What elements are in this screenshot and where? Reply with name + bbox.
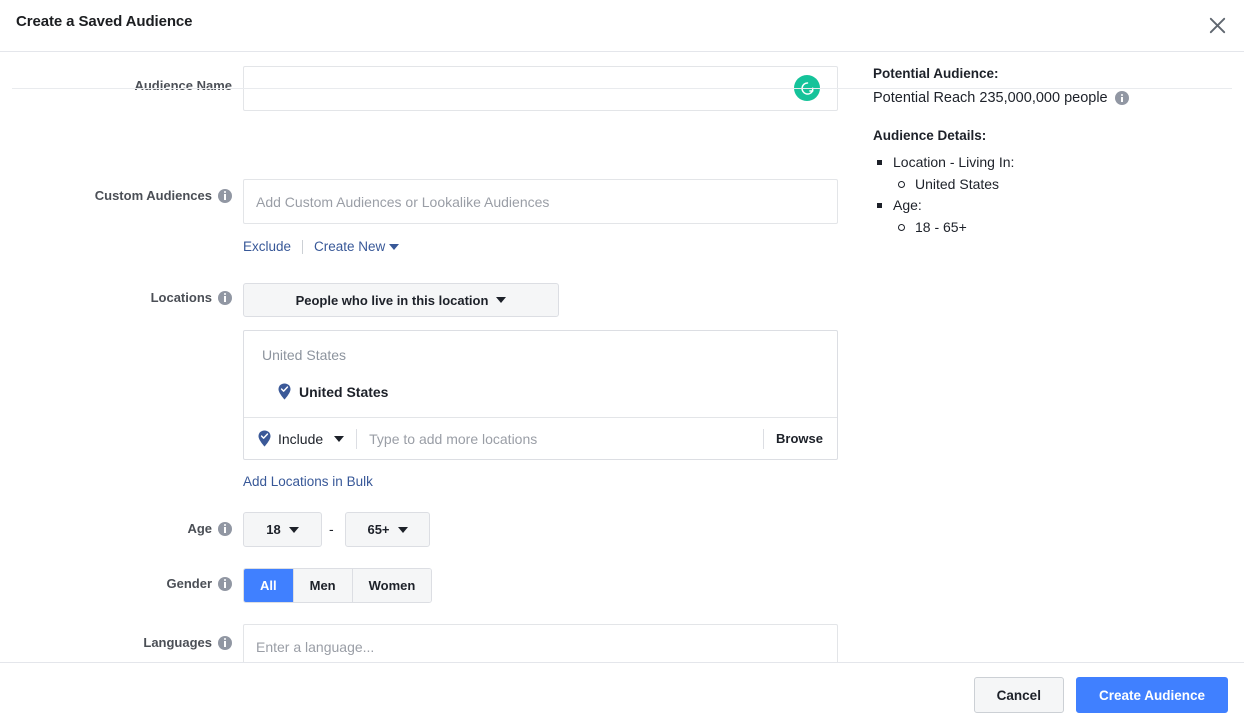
location-chip-label: United States (299, 383, 389, 400)
browse-button[interactable]: Browse (776, 431, 837, 446)
location-chip-united-states[interactable]: United States (278, 383, 388, 400)
gender-label: Gender (0, 576, 232, 591)
custom-audiences-links: Exclude Create New (243, 239, 400, 254)
custom-audiences-input[interactable] (243, 179, 838, 224)
age-range-separator: - (329, 521, 334, 537)
audience-details-heading: Audience Details: (873, 128, 987, 143)
list-item: Age: 18 - 65+ (873, 195, 1233, 238)
audience-details-list: Location - Living In: United States Age:… (873, 152, 1233, 238)
detail-label: Location - Living In: (893, 154, 1015, 170)
info-icon[interactable] (218, 635, 232, 650)
list-item: 18 - 65+ (893, 216, 1233, 238)
chevron-down-icon (288, 526, 299, 533)
info-icon[interactable] (218, 521, 232, 536)
potential-audience-heading: Potential Audience: (873, 66, 999, 81)
cancel-button[interactable]: Cancel (973, 677, 1064, 713)
include-label: Include (278, 430, 324, 447)
locations-group-header: United States (262, 347, 347, 363)
chevron-down-icon (397, 526, 408, 533)
gender-option-women[interactable]: Women (352, 569, 432, 602)
divider (763, 428, 765, 449)
info-icon[interactable] (218, 576, 232, 591)
location-scope-dropdown[interactable]: People who live in this location (243, 283, 559, 317)
dialog-footer: Cancel Create Audience (0, 662, 1244, 728)
locations-label: Locations (0, 290, 232, 305)
exclude-link[interactable]: Exclude (243, 239, 291, 254)
custom-audiences-label: Custom Audiences (0, 188, 232, 203)
divider (356, 428, 358, 449)
include-dropdown[interactable]: Include (244, 430, 345, 447)
age-min-dropdown[interactable]: 18 (243, 512, 322, 547)
age-label: Age (0, 521, 232, 536)
languages-label: Languages (0, 635, 232, 650)
chevron-down-icon (389, 244, 400, 251)
audience-name-label: Audience Name (134, 78, 232, 93)
list-item: United States (893, 173, 1233, 195)
chevron-down-icon (334, 435, 345, 442)
list-item: Location - Living In: United States (873, 152, 1233, 195)
footer-actions: Cancel Create Audience (973, 677, 1228, 713)
page-title: Create a Saved Audience (16, 13, 193, 30)
location-typeahead-input[interactable]: Type to add more locations (369, 431, 751, 447)
info-icon[interactable] (1114, 91, 1129, 105)
add-locations-bulk-link[interactable]: Add Locations in Bulk (243, 474, 373, 489)
gender-option-men[interactable]: Men (293, 569, 353, 602)
location-pin-check-icon (278, 383, 291, 400)
create-audience-button[interactable]: Create Audience (1075, 677, 1228, 713)
detail-sublist: 18 - 65+ (893, 216, 1233, 238)
locations-input-row: Include Type to add more locations Brows… (244, 417, 837, 459)
chevron-down-icon (496, 297, 507, 303)
gender-option-all[interactable]: All (244, 569, 294, 602)
detail-sublist: United States (893, 173, 1233, 195)
age-max-dropdown[interactable]: 65+ (345, 512, 430, 547)
potential-audience-panel: Potential Audience: Potential Reach 235,… (873, 66, 1233, 238)
info-icon[interactable] (218, 290, 232, 305)
locations-box: United States United States Include Type… (243, 330, 838, 460)
link-separator (302, 239, 304, 254)
info-icon[interactable] (218, 188, 232, 203)
create-new-link[interactable]: Create New (314, 239, 400, 254)
close-icon[interactable] (1200, 8, 1234, 42)
location-pin-check-icon (258, 430, 271, 447)
detail-label: Age: (893, 197, 922, 213)
dialog-header: Create a Saved Audience (0, 0, 1244, 52)
potential-reach-text: Potential Reach 235,000,000 people (873, 90, 1233, 106)
gender-segmented-control: All Men Women (243, 568, 433, 603)
create-saved-audience-dialog: Create a Saved Audience Audience Name Cu… (0, 0, 1244, 728)
